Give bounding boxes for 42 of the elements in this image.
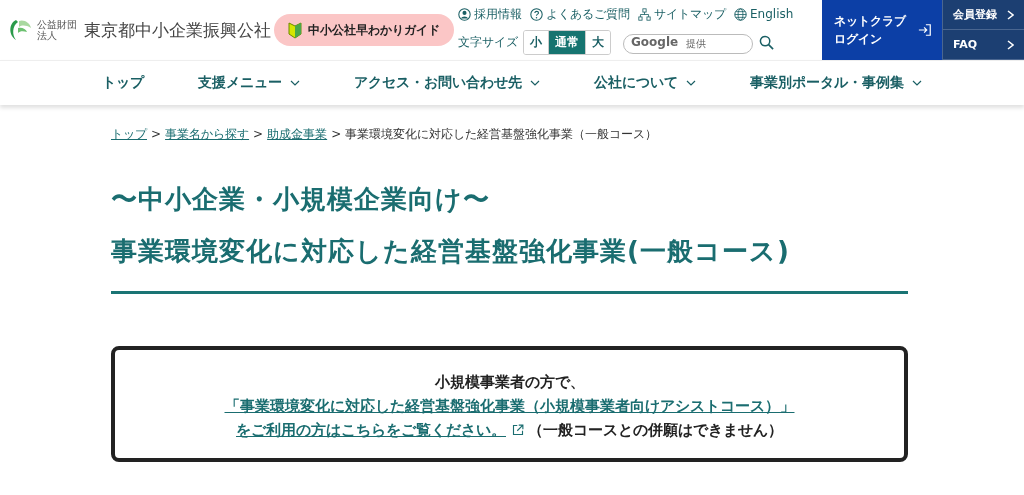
text-size-label: 文字サイズ bbox=[458, 33, 518, 51]
nav-item[interactable]: アクセス・お問い合わせ先 bbox=[348, 73, 546, 93]
nav-item[interactable]: 事業別ポータル・事例集 bbox=[744, 73, 928, 93]
organization-name: 東京都中小企業振興公社 bbox=[84, 18, 271, 42]
breadcrumb-link[interactable]: 事業名から探す bbox=[165, 127, 250, 141]
utility-link[interactable]: English bbox=[734, 7, 794, 21]
breadcrumb-link[interactable]: トップ bbox=[111, 127, 147, 141]
header-button[interactable]: 会員登録 bbox=[942, 0, 1024, 30]
header-button[interactable]: FAQ bbox=[942, 30, 1024, 60]
breadcrumb-separator: > bbox=[151, 127, 162, 141]
search-provider-label: Google bbox=[631, 35, 679, 49]
leaf-icon bbox=[288, 21, 302, 39]
notice-text: 小規模事業者の方で、 bbox=[434, 373, 585, 392]
nav-item[interactable]: 支援メニュー bbox=[192, 73, 306, 93]
search-icon[interactable] bbox=[759, 34, 774, 50]
nav-item[interactable]: トップ bbox=[96, 73, 150, 93]
globe-icon bbox=[734, 7, 747, 21]
chevron-icon bbox=[1006, 9, 1014, 20]
text-size-button[interactable]: 大 bbox=[585, 30, 610, 54]
utility-link[interactable]: よくあるご質問 bbox=[530, 5, 630, 23]
question-icon bbox=[530, 7, 543, 21]
sitemap-icon bbox=[638, 7, 651, 21]
sign-in-icon bbox=[918, 23, 932, 37]
notice-link[interactable]: をご利用の方はこちらをご覧ください。 bbox=[236, 418, 506, 442]
utility-link[interactable]: 採用情報 bbox=[458, 5, 522, 23]
page-title: 〜中小企業・小規模企業向け〜 bbox=[111, 183, 491, 216]
external-link-icon bbox=[512, 424, 524, 436]
breadcrumb-separator: > bbox=[331, 127, 342, 141]
breadcrumb-current: 事業環境変化に対応した経営基盤強化事業（一般コース） bbox=[345, 127, 658, 141]
notice-note: （一般コースとの併願はできません） bbox=[528, 421, 783, 440]
breadcrumb-link[interactable]: 助成金事業 bbox=[267, 127, 328, 141]
guide-button[interactable]: 中小公社早わかりガイド bbox=[274, 14, 454, 46]
organization-type: 公益財団法人 bbox=[37, 19, 78, 41]
nav-item[interactable]: 公社について bbox=[588, 73, 702, 93]
utility-link[interactable]: サイトマップ bbox=[638, 5, 726, 23]
notice-link[interactable]: 「事業環境変化に対応した経営基盤強化事業（小規模事業者向けアシストコース）」 bbox=[224, 394, 795, 418]
chevron-icon bbox=[1006, 39, 1014, 50]
page-title: 事業環境変化に対応した経営基盤強化事業(一般コース) bbox=[111, 235, 791, 268]
text-size-button[interactable]: 通常 bbox=[548, 30, 585, 54]
breadcrumb-separator: > bbox=[253, 127, 264, 141]
login-button[interactable]: ネットクラブ ログイン bbox=[822, 0, 942, 60]
person-icon bbox=[458, 7, 471, 21]
